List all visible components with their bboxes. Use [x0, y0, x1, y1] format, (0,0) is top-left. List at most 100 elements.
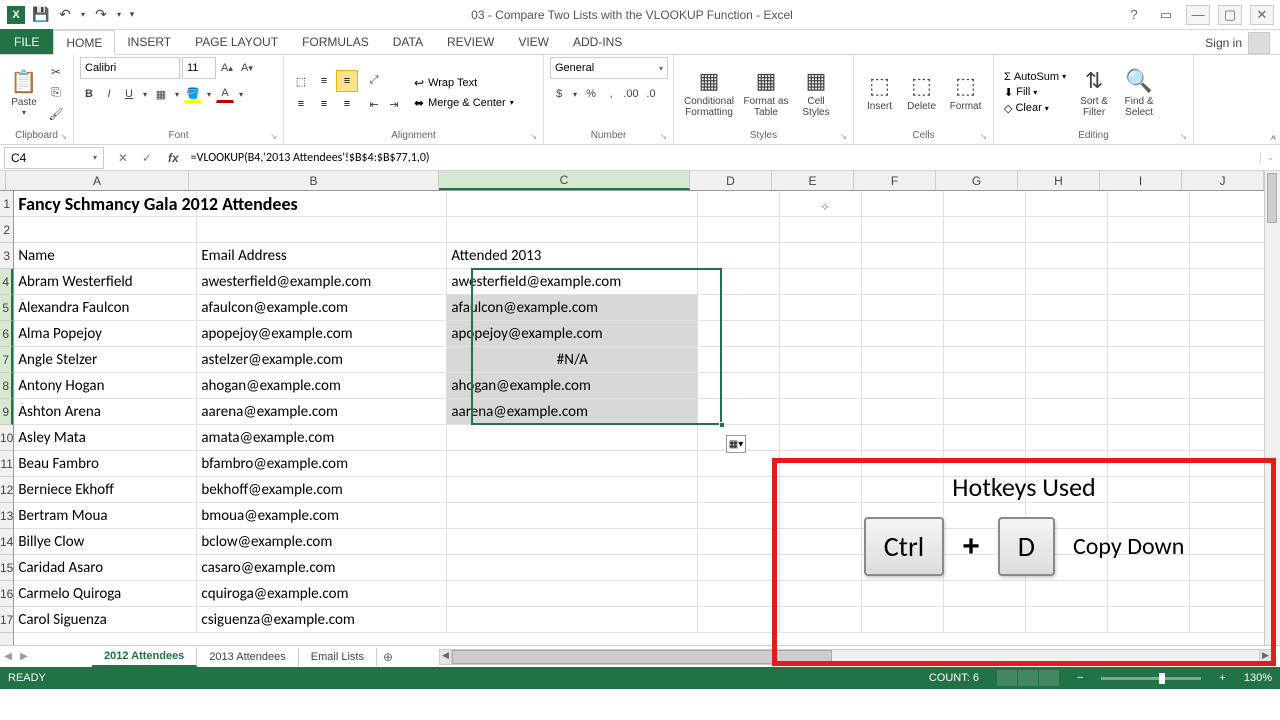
row-header-17[interactable]: 17 [0, 607, 13, 633]
cell-B6[interactable]: apopejoy@example.com [197, 321, 447, 347]
cell-D17[interactable] [698, 607, 780, 633]
cell-G3[interactable] [944, 243, 1026, 269]
cell-A13[interactable]: Bertram Moua [14, 503, 197, 529]
cell-D13[interactable] [698, 503, 780, 529]
cell-B2[interactable] [197, 217, 447, 243]
zoom-in-icon[interactable]: + [1219, 672, 1225, 684]
cell-E5[interactable] [780, 295, 862, 321]
undo-dropdown-icon[interactable]: ▾ [78, 4, 88, 26]
sheet-nav-next-icon[interactable]: ▶ [16, 648, 32, 666]
cell-C11[interactable] [447, 451, 698, 477]
cell-D7[interactable] [698, 347, 780, 373]
cell-C3[interactable]: Attended 2013 [447, 243, 698, 269]
cell-C10[interactable] [447, 425, 698, 451]
cell-A3[interactable]: Name [14, 243, 197, 269]
maximize-button[interactable]: ▢ [1218, 5, 1242, 25]
fill-handle[interactable] [719, 422, 725, 428]
cell-B4[interactable]: awesterfield@example.com [197, 269, 447, 295]
conditional-formatting-button[interactable]: ▦ Conditional Formatting [680, 63, 738, 123]
number-format-combo[interactable]: General ▾ [550, 57, 668, 79]
cell-A15[interactable]: Caridad Asaro [14, 555, 197, 581]
copy-icon[interactable]: ⎘ [45, 84, 67, 102]
insert-cells-button[interactable]: ⬚ Insert [860, 63, 899, 123]
col-header-G[interactable]: G [936, 171, 1018, 190]
cell-D2[interactable] [698, 217, 780, 243]
cell-F8[interactable] [862, 373, 944, 399]
cell-H6[interactable] [1026, 321, 1108, 347]
cell-A14[interactable]: Billye Clow [14, 529, 197, 555]
cell-E6[interactable] [780, 321, 862, 347]
cell-H8[interactable] [1026, 373, 1108, 399]
cell-I5[interactable] [1108, 295, 1190, 321]
cell-A2[interactable] [14, 217, 197, 243]
sheet-tab-2012[interactable]: 2012 Attendees [92, 647, 197, 667]
normal-view-icon[interactable] [997, 670, 1017, 686]
cell-A1[interactable]: Fancy Schmancy Gala 2012 Attendees [14, 191, 197, 217]
cell-D14[interactable] [698, 529, 780, 555]
row-header-13[interactable]: 13 [0, 503, 13, 529]
cell-B17[interactable]: csiguenza@example.com [197, 607, 447, 633]
decrease-font-icon[interactable]: A▾ [238, 59, 256, 77]
cell-C5[interactable]: afaulcon@example.com [447, 295, 698, 321]
cell-B13[interactable]: bmoua@example.com [197, 503, 447, 529]
align-bottom-icon[interactable]: ≡ [336, 70, 358, 92]
cell-F10[interactable] [862, 425, 944, 451]
minimize-button[interactable]: — [1186, 5, 1210, 25]
cell-A11[interactable]: Beau Fambro [14, 451, 197, 477]
cell-B14[interactable]: bclow@example.com [197, 529, 447, 555]
autofill-options-icon[interactable]: ▦▾ [726, 435, 746, 453]
tab-view[interactable]: VIEW [506, 29, 561, 54]
tab-data[interactable]: DATA [381, 29, 435, 54]
row-header-3[interactable]: 3 [0, 243, 13, 269]
col-header-J[interactable]: J [1182, 171, 1264, 190]
border-dropdown-icon[interactable]: ▾ [172, 85, 182, 103]
cell-G1[interactable] [944, 191, 1026, 217]
underline-dropdown-icon[interactable]: ▾ [140, 85, 150, 103]
cell-A12[interactable]: Berniece Ekhoff [14, 477, 197, 503]
cell-J2[interactable] [1190, 217, 1264, 243]
cell-I4[interactable] [1108, 269, 1190, 295]
cell-H5[interactable] [1026, 295, 1108, 321]
cell-C13[interactable] [447, 503, 698, 529]
increase-decimal-icon[interactable]: .00 [622, 85, 640, 103]
cell-G4[interactable] [944, 269, 1026, 295]
cell-A7[interactable]: Angle Stelzer [14, 347, 197, 373]
cell-F4[interactable] [862, 269, 944, 295]
file-tab[interactable]: FILE [0, 29, 53, 54]
zoom-slider[interactable] [1101, 677, 1201, 680]
view-buttons[interactable] [997, 670, 1059, 686]
cell-H10[interactable] [1026, 425, 1108, 451]
row-header-16[interactable]: 16 [0, 581, 13, 607]
font-size-input[interactable] [182, 57, 216, 79]
decrease-indent-icon[interactable]: ⇤ [365, 96, 383, 114]
cell-I7[interactable] [1108, 347, 1190, 373]
cell-H4[interactable] [1026, 269, 1108, 295]
align-top-icon[interactable]: ⬚ [290, 70, 312, 92]
cell-C16[interactable] [447, 581, 698, 607]
cell-C7[interactable]: #N/A [447, 347, 698, 373]
fontcolor-dropdown-icon[interactable]: ▾ [236, 85, 246, 103]
undo-icon[interactable]: ↶ [54, 4, 76, 26]
cell-H3[interactable] [1026, 243, 1108, 269]
cell-H9[interactable] [1026, 399, 1108, 425]
save-icon[interactable]: 💾 [30, 4, 52, 26]
redo-dropdown-icon[interactable]: ▾ [114, 4, 124, 26]
cell-I10[interactable] [1108, 425, 1190, 451]
paste-button[interactable]: 📋 Paste ▾ [6, 63, 42, 123]
cell-C17[interactable] [447, 607, 698, 633]
cell-B1[interactable] [197, 191, 447, 217]
cell-C2[interactable] [447, 217, 698, 243]
formula-input[interactable] [185, 147, 1260, 169]
cell-H2[interactable] [1026, 217, 1108, 243]
cell-H1[interactable] [1026, 191, 1108, 217]
fill-dropdown-icon[interactable]: ▾ [204, 85, 214, 103]
tab-home[interactable]: HOME [53, 30, 115, 55]
cell-A17[interactable]: Carol Siguenza [14, 607, 197, 633]
excel-icon[interactable]: X [4, 4, 28, 26]
comma-icon[interactable]: , [602, 85, 620, 103]
cell-H7[interactable] [1026, 347, 1108, 373]
row-header-7[interactable]: 7 [0, 347, 13, 373]
cell-I8[interactable] [1108, 373, 1190, 399]
cell-I3[interactable] [1108, 243, 1190, 269]
increase-indent-icon[interactable]: ⇥ [385, 96, 403, 114]
